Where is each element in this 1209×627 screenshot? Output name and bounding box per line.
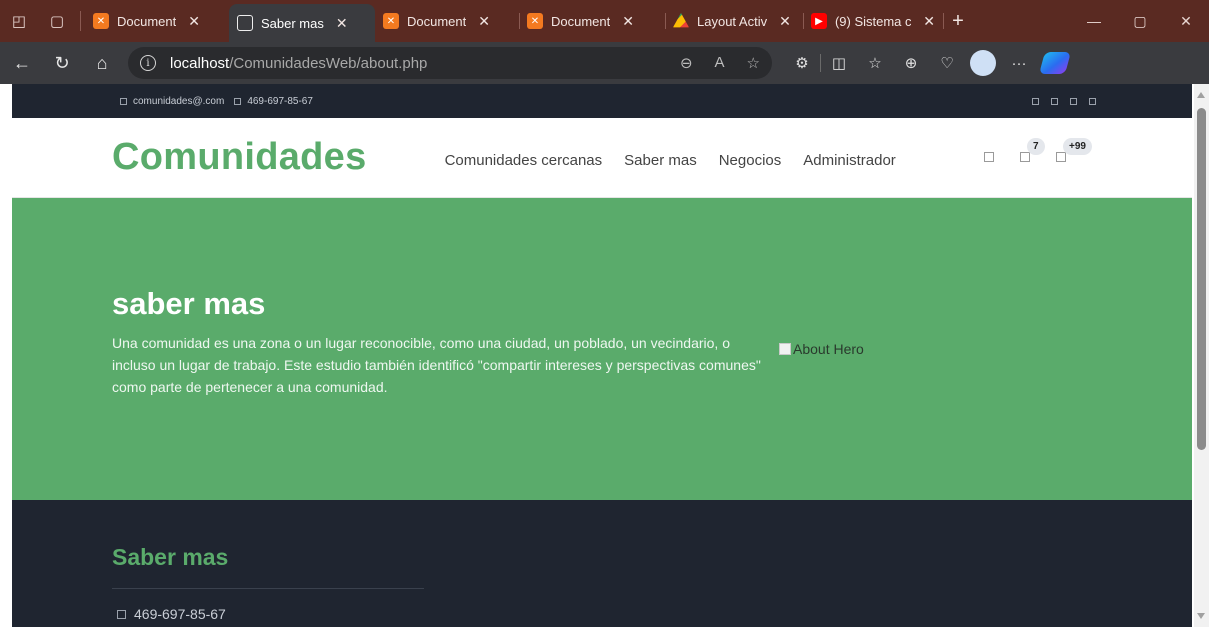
toolbar-actions: ⚙ ◫ ☆ ⊕ ♡ ··· xyxy=(784,47,1073,79)
favorites-icon[interactable]: ☆ xyxy=(857,47,893,79)
copilot-logo xyxy=(1039,52,1071,74)
site-header: Comunidades Comunidades cercanas Saber m… xyxy=(12,118,1192,198)
browser-tab-layout[interactable]: Layout Activ ✕ xyxy=(665,3,804,39)
social-links xyxy=(1032,97,1096,105)
page-viewport: comunidades@.com 469-697-85-67 Comunidad… xyxy=(12,84,1192,627)
browser-tab-strip: ◰ ▢ ✕ Document ✕ Saber mas ✕ ✕ Document … xyxy=(0,0,1209,42)
contact-topbar: comunidades@.com 469-697-85-67 xyxy=(12,84,1192,118)
split-screen-icon[interactable]: ◫ xyxy=(821,47,857,79)
page-icon xyxy=(237,15,253,31)
footer-divider xyxy=(112,588,424,589)
main-nav: Comunidades cercanas Saber mas Negocios … xyxy=(445,146,896,169)
browser-tab-document-2[interactable]: ✕ Document ✕ xyxy=(375,3,520,39)
contact-phone[interactable]: 469-697-85-67 xyxy=(234,96,313,107)
about-hero: saber mas Una comunidad es una zona o un… xyxy=(12,198,1192,500)
browser-essentials-icon[interactable]: ♡ xyxy=(929,47,965,79)
search-icon[interactable] xyxy=(984,152,994,162)
twitter-icon[interactable] xyxy=(1051,97,1058,105)
xampp-icon: ✕ xyxy=(527,13,543,29)
phone-icon xyxy=(234,97,242,105)
site-logo[interactable]: Comunidades xyxy=(112,136,367,179)
tab-label: Document xyxy=(117,13,177,29)
cart-icon[interactable]: +99 xyxy=(1056,138,1092,162)
close-tab-icon[interactable]: ✕ xyxy=(188,13,200,30)
wishlist-badge: 7 xyxy=(1027,138,1045,155)
browser-tab-document-3[interactable]: ✕ Document ✕ xyxy=(519,3,666,39)
tab-label: Saber mas xyxy=(261,15,324,31)
browser-tab-saber-mas[interactable]: Saber mas ✕ xyxy=(229,4,375,42)
hero-image-broken: About Hero xyxy=(779,341,864,357)
home-icon[interactable]: ⌂ xyxy=(84,47,120,79)
copilot-icon[interactable] xyxy=(1037,47,1073,79)
heart-icon[interactable]: 7 xyxy=(1020,138,1045,162)
favorite-star-icon[interactable]: ☆ xyxy=(747,54,760,72)
site-footer: Saber mas 469-697-85-67 xyxy=(12,500,1192,627)
close-tab-icon[interactable]: ✕ xyxy=(478,13,490,30)
zoom-icon[interactable]: ⊖ xyxy=(680,54,693,72)
address-bar[interactable]: i localhost/ComunidadesWeb/about.php ⊖ A… xyxy=(128,47,772,79)
nav-administrador[interactable]: Administrador xyxy=(803,152,896,169)
browser-tab-document-1[interactable]: ✕ Document ✕ xyxy=(85,3,230,39)
close-window-icon[interactable]: ✕ xyxy=(1163,0,1209,42)
phone-text: 469-697-85-67 xyxy=(247,95,313,107)
nav-negocios[interactable]: Negocios xyxy=(719,152,782,169)
nav-comunidades-cercanas[interactable]: Comunidades cercanas xyxy=(445,152,603,169)
drive-icon xyxy=(673,13,689,28)
hero-title: saber mas xyxy=(112,286,266,321)
xampp-icon: ✕ xyxy=(93,13,109,29)
linkedin-icon[interactable] xyxy=(1089,97,1096,105)
instagram-icon[interactable] xyxy=(1070,97,1077,105)
tab-label: Document xyxy=(407,13,467,29)
youtube-icon: ▶ xyxy=(811,13,827,29)
email-icon xyxy=(120,97,127,105)
close-tab-icon[interactable]: ✕ xyxy=(923,13,935,30)
read-aloud-icon[interactable]: A xyxy=(715,54,725,72)
contact-email[interactable]: comunidades@.com xyxy=(120,96,224,107)
tab-label: (9) Sistema c xyxy=(834,13,912,29)
phone-icon xyxy=(117,609,126,619)
address-bar-actions: ⊖ A ☆ xyxy=(680,54,760,72)
header-icons: 7 +99 xyxy=(984,138,1092,162)
window-controls: — ▢ ✕ xyxy=(1071,0,1209,42)
avatar xyxy=(970,50,996,76)
browser-tab-sistema[interactable]: ▶ (9) Sistema c ✕ xyxy=(803,3,944,39)
tab-separator xyxy=(80,11,81,31)
site-info-icon[interactable]: i xyxy=(140,55,156,71)
tab-separator xyxy=(943,13,944,29)
refresh-icon[interactable]: ↻ xyxy=(44,47,80,79)
nav-saber-mas[interactable]: Saber mas xyxy=(624,152,697,169)
browser-toolbar: ← ↻ ⌂ i localhost/ComunidadesWeb/about.p… xyxy=(0,42,1209,84)
url-path: /ComunidadesWeb/about.php xyxy=(229,54,428,72)
close-tab-icon[interactable]: ✕ xyxy=(779,13,791,30)
url-host: localhost xyxy=(170,54,230,72)
minimize-icon[interactable]: — xyxy=(1071,0,1117,42)
footer-title: Saber mas xyxy=(112,544,229,570)
page-scrollbar[interactable] xyxy=(1194,84,1209,627)
facebook-icon[interactable] xyxy=(1032,97,1039,105)
broken-image-icon xyxy=(779,343,791,355)
collections-icon[interactable]: ⊕ xyxy=(893,47,929,79)
scrollbar-thumb[interactable] xyxy=(1197,108,1206,450)
close-tab-icon[interactable]: ✕ xyxy=(336,15,348,32)
workspaces-icon[interactable]: ◰ xyxy=(0,0,38,42)
scroll-up-icon[interactable] xyxy=(1197,92,1205,98)
footer-phone[interactable]: 469-697-85-67 xyxy=(117,606,226,622)
tab-label: Document xyxy=(551,13,611,29)
tab-label: Layout Activ xyxy=(697,13,768,29)
more-options-icon[interactable]: ··· xyxy=(1001,47,1037,79)
cart-badge: +99 xyxy=(1063,138,1092,155)
tab-actions-icon[interactable]: ▢ xyxy=(38,0,76,42)
xampp-icon: ✕ xyxy=(383,13,399,29)
back-icon[interactable]: ← xyxy=(4,47,40,79)
hero-image-alt: About Hero xyxy=(793,341,864,357)
extensions-icon[interactable]: ⚙ xyxy=(784,47,820,79)
maximize-icon[interactable]: ▢ xyxy=(1117,0,1163,42)
footer-phone-text: 469-697-85-67 xyxy=(134,606,226,622)
email-text: comunidades@.com xyxy=(133,95,225,107)
hero-text: Una comunidad es una zona o un lugar rec… xyxy=(112,335,761,395)
new-tab-button[interactable]: + xyxy=(943,3,973,39)
scroll-down-icon[interactable] xyxy=(1197,613,1205,619)
profile-avatar[interactable] xyxy=(965,47,1001,79)
close-tab-icon[interactable]: ✕ xyxy=(622,13,634,30)
